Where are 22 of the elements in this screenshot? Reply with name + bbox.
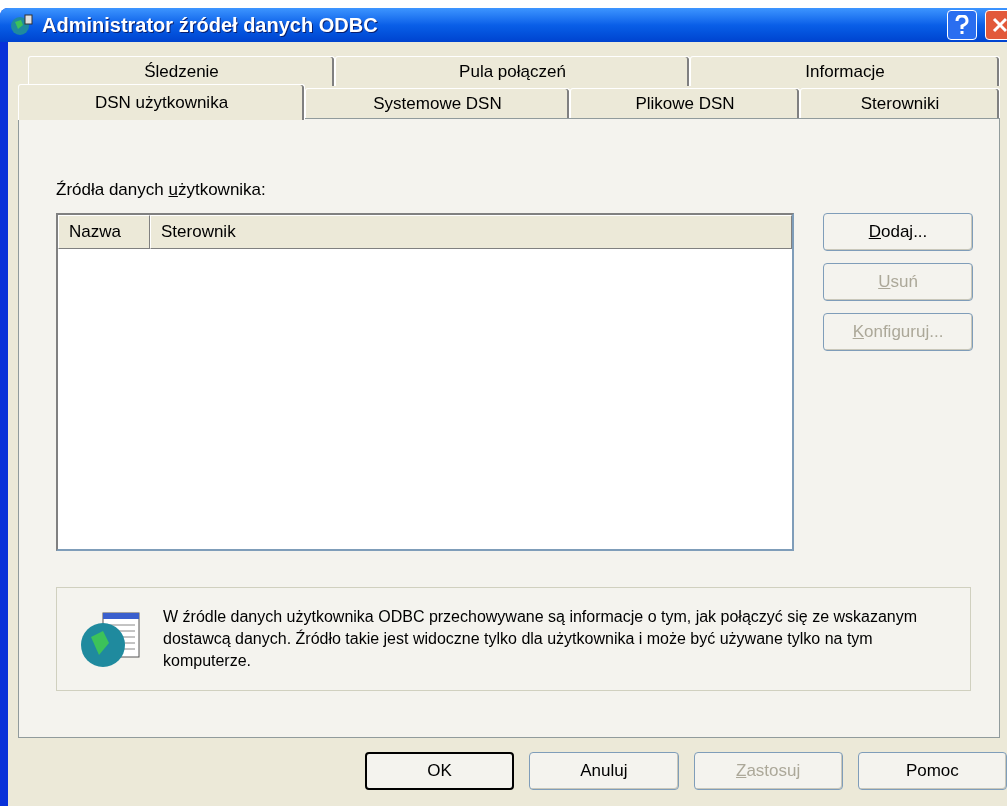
tab[interactable]: Śledzenie — [28, 56, 335, 86]
close-button[interactable] — [985, 10, 1007, 40]
close-icon — [992, 17, 1007, 33]
info-text: W źródle danych użytkownika ODBC przechowywane są informacje o tym, jak połączyć się ze wskazanym dostawcą danych. Źródło takie jest widoczne tylko dla użytkownika i może być używane tylko na tym komputerze. — [163, 607, 919, 671]
dialog-button[interactable]: Anuluj — [529, 752, 679, 790]
list-label: Źródła danych użytkownika: — [56, 179, 267, 201]
help-button[interactable] — [947, 10, 977, 40]
tab[interactable]: Systemowe DSN — [305, 88, 570, 118]
tab[interactable]: Informacje — [690, 56, 1000, 86]
tab[interactable]: Sterowniki — [800, 88, 1000, 118]
column-header[interactable]: Sterownik — [150, 215, 792, 249]
data-source-list[interactable]: Nazwa Sterownik — [56, 213, 794, 551]
column-header[interactable]: Nazwa — [58, 215, 150, 249]
dialog-button[interactable]: Dodaj... — [823, 213, 973, 251]
dialog-button[interactable]: Pomoc — [857, 752, 1007, 790]
globe-icon — [10, 14, 34, 36]
window-title: Administrator źródeł danych ODBC — [42, 13, 379, 38]
question-mark-icon — [955, 15, 969, 35]
tab[interactable]: Pula połączeń — [335, 56, 690, 86]
tab[interactable]: Plikowe DSN — [570, 88, 800, 118]
dialog-button[interactable]: OK — [365, 752, 515, 790]
tab[interactable]: DSN użytkownika — [18, 84, 305, 120]
